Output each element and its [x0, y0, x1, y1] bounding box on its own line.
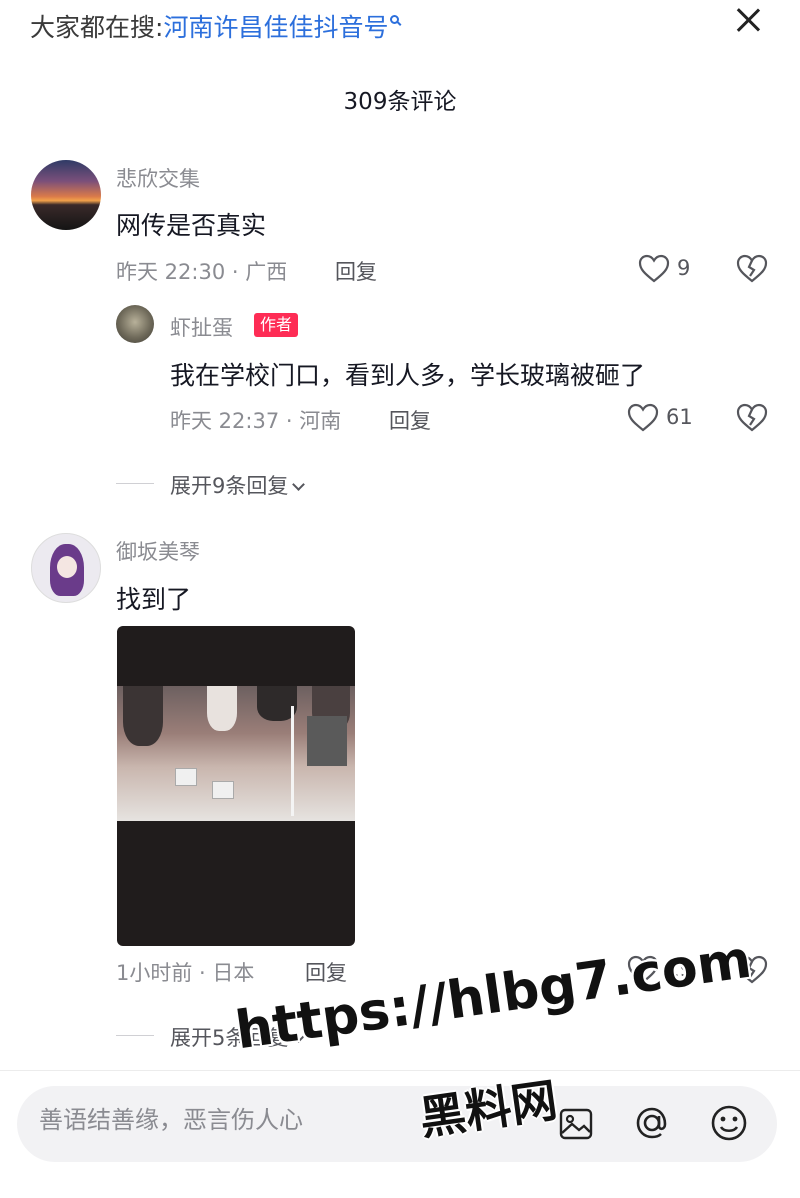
- watermark-url: https://hlbg7.com: [232, 929, 755, 1062]
- expand-replies-label: 展开9条回复: [170, 474, 289, 498]
- comment-username[interactable]: 悲欣交集: [116, 163, 200, 193]
- expand-divider: [116, 1035, 154, 1036]
- search-suggestion[interactable]: 大家都在搜:河南许昌佳佳抖音号: [30, 8, 400, 44]
- comment-text: 网传是否真实: [116, 211, 267, 240]
- comment-meta: 1小时前 · 日本: [116, 961, 255, 985]
- comment-username[interactable]: 御坂美琴: [116, 536, 200, 566]
- search-suggestion-prefix: 大家都在搜:: [30, 13, 164, 42]
- comment-text: 找到了: [116, 585, 192, 614]
- expand-replies-button[interactable]: 展开9条回复: [170, 470, 306, 500]
- search-icon: [390, 15, 400, 24]
- search-suggestion-term[interactable]: 河南许昌佳佳抖音号: [163, 13, 388, 42]
- avatar[interactable]: [31, 533, 101, 603]
- chevron-down-icon: [292, 478, 306, 491]
- image-scene: [117, 686, 355, 821]
- person-shape: [123, 686, 163, 746]
- reply-username[interactable]: 虾扯蛋: [170, 312, 233, 342]
- reply-meta: 昨天 22:37 · 河南: [170, 409, 342, 433]
- avatar[interactable]: [31, 160, 101, 230]
- at-icon[interactable]: [632, 1103, 672, 1143]
- ac-unit-shape: [212, 781, 234, 799]
- heart-icon[interactable]: [638, 254, 670, 284]
- author-badge: 作者: [254, 313, 299, 337]
- emoji-icon[interactable]: [709, 1103, 749, 1143]
- reply-text: 我在学校门口，看到人多，学长玻璃被砸了: [170, 361, 646, 390]
- person-shape: [207, 686, 237, 731]
- avatar-face: [57, 556, 77, 578]
- comment-composer: [17, 1086, 777, 1162]
- broken-heart-icon[interactable]: [736, 403, 768, 433]
- reply-button[interactable]: 回复: [305, 957, 347, 987]
- pole-shape: [291, 706, 294, 816]
- heart-icon[interactable]: [627, 403, 659, 433]
- avatar[interactable]: [116, 305, 154, 343]
- comment-count-title: 309条评论: [343, 89, 457, 115]
- reply-button[interactable]: 回复: [389, 405, 431, 435]
- window-shape: [307, 716, 347, 766]
- ac-unit-shape: [175, 768, 197, 786]
- comment-meta: 昨天 22:30 · 广西: [116, 260, 288, 284]
- reply-button[interactable]: 回复: [335, 256, 377, 286]
- close-icon[interactable]: [734, 6, 762, 34]
- expand-divider: [116, 483, 154, 484]
- like-count: 9: [677, 256, 691, 280]
- broken-heart-icon[interactable]: [736, 254, 768, 284]
- composer-divider: [0, 1070, 800, 1071]
- comment-image[interactable]: [117, 626, 355, 946]
- image-icon[interactable]: [557, 1105, 595, 1143]
- like-count: 61: [666, 405, 693, 429]
